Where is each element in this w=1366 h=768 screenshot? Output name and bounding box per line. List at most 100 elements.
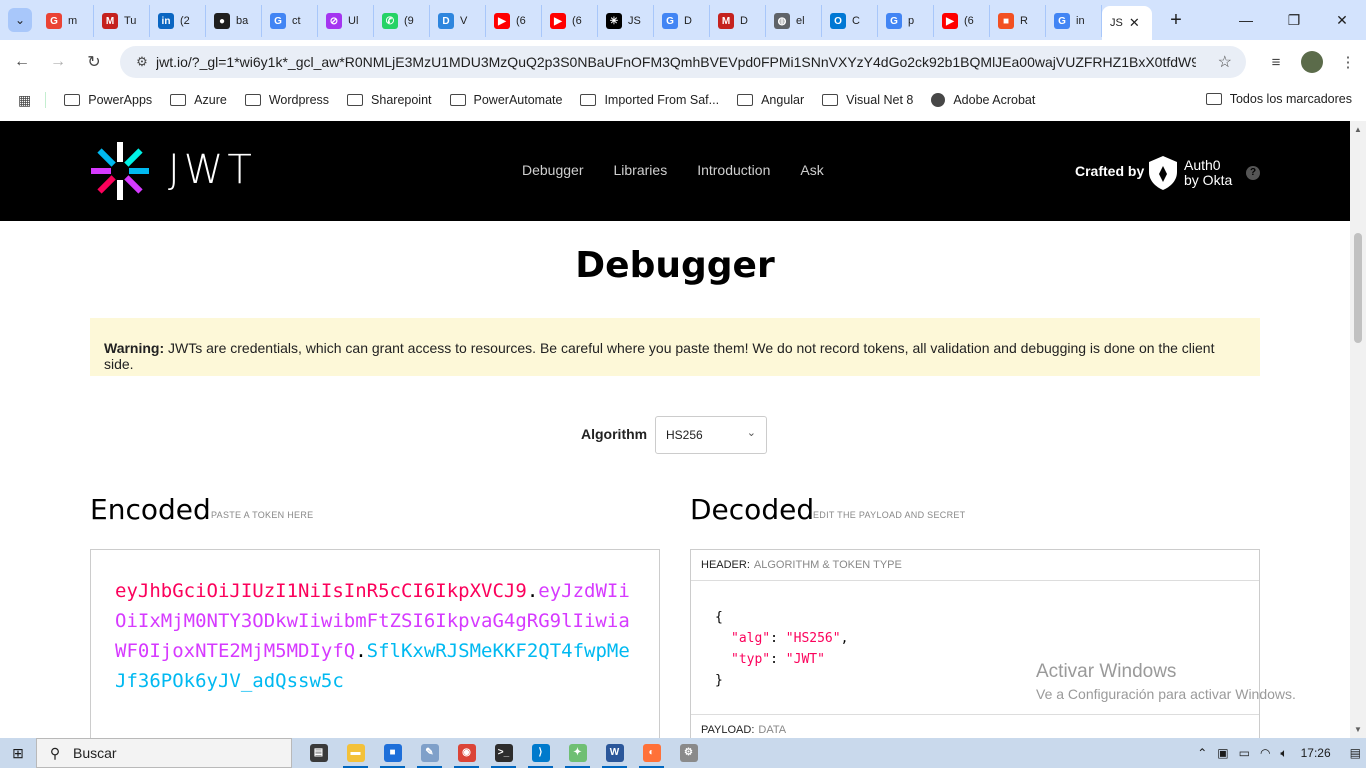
bookmark-item[interactable]: Sharepoint xyxy=(347,93,432,107)
whatsapp-icon: ✆ xyxy=(382,13,398,29)
nav-link-debugger[interactable]: Debugger xyxy=(522,162,584,178)
browser-tab[interactable]: DV xyxy=(430,5,486,37)
browser-tab[interactable]: Gp xyxy=(878,5,934,37)
menu-icon[interactable]: ⋮ xyxy=(1330,53,1366,71)
address-bar[interactable]: ⚙ jwt.io/?_gl=1*wi6y1k*_gcl_aw*R0NMLjE3M… xyxy=(120,46,1246,78)
browser-tab[interactable]: M Tu xyxy=(94,5,150,37)
nav-link-introduction[interactable]: Introduction xyxy=(697,162,770,178)
json-value: "JWT" xyxy=(785,652,825,667)
taskbar-app[interactable]: W xyxy=(596,738,633,768)
browser-tab[interactable]: ⊘ Ul xyxy=(318,5,374,37)
volume-icon[interactable]: 🔈︎ xyxy=(1280,746,1287,761)
browser-tab[interactable]: Gct xyxy=(262,5,318,37)
browser-tab[interactable]: in (2 xyxy=(150,5,206,37)
site-info-icon[interactable]: ⚙ xyxy=(128,54,156,70)
browser-tab[interactable]: ✆ (9 xyxy=(374,5,430,37)
taskbar-app[interactable]: ■ xyxy=(374,738,411,768)
taskbar-app[interactable]: ◐ xyxy=(633,738,670,768)
algorithm-select[interactable]: HS256 ⌄ xyxy=(655,416,767,454)
browser-tab[interactable]: OC xyxy=(822,5,878,37)
back-button[interactable]: ← xyxy=(4,53,40,71)
taskbar-app[interactable]: >_ xyxy=(485,738,522,768)
browser-tab[interactable]: ✳ JS xyxy=(598,5,654,37)
site-nav: Debugger Libraries Introduction Ask xyxy=(522,162,824,178)
browser-tab[interactable]: ■ R xyxy=(990,5,1046,37)
bookmark-item[interactable]: PowerApps xyxy=(64,93,152,107)
minimize-button[interactable]: — xyxy=(1222,0,1270,40)
scroll-up-arrow-icon[interactable]: ▲ xyxy=(1354,125,1362,134)
browser-tab[interactable]: ● ba xyxy=(206,5,262,37)
browser-toolbar: ← → ↻ ⚙ jwt.io/?_gl=1*wi6y1k*_gcl_aw*R0N… xyxy=(0,40,1366,84)
media-control-icon[interactable]: ≡ xyxy=(1258,54,1294,71)
battery-icon[interactable]: ▭ xyxy=(1239,746,1250,760)
page-scrollbar[interactable]: ▲ ▼ xyxy=(1350,121,1366,738)
scrollbar-thumb[interactable] xyxy=(1354,233,1362,343)
browser-tab[interactable]: ◍ el xyxy=(766,5,822,37)
profile-avatar[interactable] xyxy=(1301,51,1323,73)
reload-button[interactable]: ↻ xyxy=(76,52,112,72)
encoded-token-editor[interactable]: eyJhbGciOiJIUzI1NiIsInR5cCI6IkpXVCJ9.eyJ… xyxy=(90,549,660,738)
browser-tab[interactable]: ▶ (6 xyxy=(934,5,990,37)
bookmark-label: PowerAutomate xyxy=(473,93,563,107)
bookmarks-bar: ▦ PowerApps Azure Wordpress Sharepoint Power… xyxy=(0,84,1366,116)
close-window-button[interactable]: ✕ xyxy=(1318,0,1366,40)
jwt-logo-icon[interactable] xyxy=(90,141,150,201)
bookmark-item[interactable]: Azure xyxy=(170,93,227,107)
active-browser-tab[interactable]: JS ✕ xyxy=(1102,6,1152,40)
notepad-icon: ✎ xyxy=(420,744,439,762)
scroll-down-arrow-icon[interactable]: ▼ xyxy=(1354,725,1362,734)
browser-tab[interactable]: Gm xyxy=(38,5,94,37)
browser-tab[interactable]: ▶ (6 xyxy=(542,5,598,37)
windows-start-icon[interactable]: ⊞ xyxy=(0,745,36,762)
nav-link-ask[interactable]: Ask xyxy=(800,162,823,178)
taskbar-app[interactable]: ◉ xyxy=(448,738,485,768)
logo-text[interactable]: JWT xyxy=(168,147,256,193)
bookmark-item[interactable]: Adobe Acrobat xyxy=(931,93,1035,107)
notifications-icon[interactable]: ▤ xyxy=(1350,746,1361,760)
bookmark-item[interactable]: Visual Net 8 xyxy=(822,93,913,107)
tray-chevron-icon[interactable]: ⌃ xyxy=(1197,746,1207,760)
folder-icon xyxy=(822,94,839,106)
tab-title: (9 xyxy=(404,15,414,27)
tab-title: ct xyxy=(292,15,301,27)
taskbar-app[interactable]: ▤ xyxy=(300,738,337,768)
all-bookmarks[interactable]: Todos los marcadores xyxy=(1205,92,1352,106)
clock[interactable]: 17:26 xyxy=(1301,746,1331,760)
bookmark-label: Imported From Saf... xyxy=(604,93,720,107)
taskbar-app[interactable]: ⚙ xyxy=(670,738,707,768)
browser-tab[interactable]: MD xyxy=(710,5,766,37)
tab-search-button[interactable]: ⌄ xyxy=(8,8,32,32)
auth0-shield-icon[interactable] xyxy=(1149,156,1177,190)
auth0-brand[interactable]: Auth0 by Okta xyxy=(1184,158,1232,188)
nav-link-libraries[interactable]: Libraries xyxy=(614,162,668,178)
bookmark-label: PowerApps xyxy=(88,93,153,107)
taskbar-app[interactable]: ⟩ xyxy=(522,738,559,768)
decoded-title: Decoded xyxy=(690,493,815,526)
taskbar-app[interactable]: ✎ xyxy=(411,738,448,768)
browser-tab[interactable]: Gin xyxy=(1046,5,1102,37)
url-text[interactable]: jwt.io/?_gl=1*wi6y1k*_gcl_aw*R0NMLjE3MzU… xyxy=(156,54,1196,70)
bookmark-item[interactable]: PowerAutomate xyxy=(449,93,563,107)
vscode-icon: ⟩ xyxy=(531,744,550,762)
json-open-brace: { xyxy=(715,610,723,625)
apps-grid-icon[interactable]: ▦ xyxy=(18,92,31,109)
wifi-icon[interactable]: ◠ xyxy=(1260,746,1270,760)
bookmark-item[interactable]: Imported From Saf... xyxy=(580,93,719,107)
close-tab-icon[interactable]: ✕ xyxy=(1129,15,1140,31)
browser-tab[interactable]: ▶ (6 xyxy=(486,5,542,37)
browser-tab[interactable]: GD xyxy=(654,5,710,37)
tab-title: (2 xyxy=(180,15,190,27)
decoded-panel: HEADER: ALGORITHM & TOKEN TYPE { "alg": "… xyxy=(690,549,1260,738)
bookmark-star-icon[interactable]: ☆ xyxy=(1218,52,1232,72)
new-tab-button[interactable]: + xyxy=(1162,9,1190,32)
taskbar-app[interactable]: ✦ xyxy=(559,738,596,768)
tray-app-icon[interactable]: ▣ xyxy=(1217,746,1228,760)
tab-title: (6 xyxy=(516,15,526,27)
help-icon[interactable]: ? xyxy=(1246,166,1260,180)
taskbar-app[interactable]: ▬ xyxy=(337,738,374,768)
restore-button[interactable]: ❐ xyxy=(1270,0,1318,40)
forward-button[interactable]: → xyxy=(40,53,76,71)
bookmark-item[interactable]: Angular xyxy=(737,93,804,107)
taskbar-search[interactable]: ⚲ Buscar xyxy=(36,738,292,768)
bookmark-item[interactable]: Wordpress xyxy=(244,93,329,107)
